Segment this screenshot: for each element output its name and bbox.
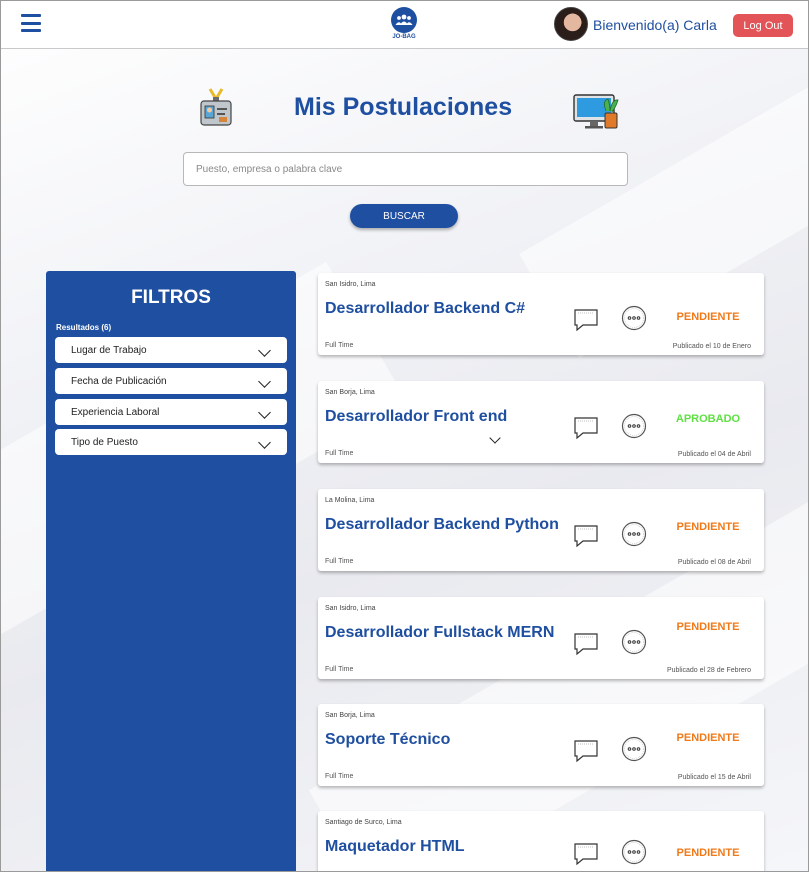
job-card[interactable]: San Isidro, Lima Desarrollador Backend C… xyxy=(318,273,764,355)
job-type: Full Time xyxy=(325,450,354,457)
job-location: Santiago de Surco, Lima xyxy=(325,819,402,826)
more-options-icon[interactable] xyxy=(621,839,647,865)
job-date: Publicado el 10 de Enero xyxy=(672,343,751,350)
avatar[interactable] xyxy=(554,7,588,41)
logo[interactable]: JO-BAG xyxy=(389,7,419,43)
chat-icon[interactable] xyxy=(573,841,599,867)
filter-label: Fecha de Publicación xyxy=(71,376,167,387)
job-type: Full Time xyxy=(325,558,354,565)
title-row: Mis Postulaciones xyxy=(1,87,808,132)
logo-text: JO-BAG xyxy=(392,34,416,40)
welcome-text: Bienvenido(a) Carla xyxy=(593,17,717,33)
filter-publish-date[interactable]: Fecha de Publicación xyxy=(55,368,287,394)
job-card[interactable]: Santiago de Surco, Lima Maquetador HTML … xyxy=(318,811,764,871)
more-options-icon[interactable] xyxy=(621,736,647,762)
chat-icon[interactable] xyxy=(573,738,599,764)
status-badge: PENDIENTE xyxy=(676,847,740,859)
job-type: Full Time xyxy=(325,773,354,780)
status-badge: PENDIENTE xyxy=(676,621,740,633)
logo-people-icon xyxy=(391,7,417,33)
filter-label: Lugar de Trabajo xyxy=(71,345,147,356)
job-type: Full Time xyxy=(325,666,354,673)
results-count: Resultados (6) xyxy=(56,323,112,332)
job-date: Publicado el 15 de Abril xyxy=(677,774,751,781)
job-date: Publicado el 28 de Febrero xyxy=(666,667,751,674)
chat-icon[interactable] xyxy=(573,631,599,657)
more-options-icon[interactable] xyxy=(621,629,647,655)
app-frame: JO-BAG Bienvenido(a) Carla Log Out Mis P… xyxy=(0,0,809,872)
filters-title: FILTROS xyxy=(131,287,211,308)
chevron-down-icon xyxy=(258,375,271,388)
status-badge: PENDIENTE xyxy=(676,311,740,323)
job-location: San Borja, Lima xyxy=(325,712,375,719)
chevron-down-icon xyxy=(258,406,271,419)
filters-panel: FILTROS Resultados (6) Lugar de Trabajo … xyxy=(46,271,296,871)
logout-button[interactable]: Log Out xyxy=(733,14,793,37)
search-input[interactable] xyxy=(183,152,628,186)
job-title[interactable]: Desarrollador Backend Python xyxy=(325,516,559,534)
more-options-icon[interactable] xyxy=(621,305,647,331)
job-card[interactable]: La Molina, Lima Desarrollador Backend Py… xyxy=(318,489,764,571)
job-title[interactable]: Desarrollador Front end xyxy=(325,408,507,426)
filter-label: Tipo de Puesto xyxy=(71,437,138,448)
job-date: Publicado el 04 de Abril xyxy=(677,451,751,458)
job-title[interactable]: Soporte Técnico xyxy=(325,731,450,749)
status-badge: PENDIENTE xyxy=(676,521,740,533)
menu-icon[interactable] xyxy=(21,14,41,32)
more-options-icon[interactable] xyxy=(621,521,647,547)
filter-label: Experiencia Laboral xyxy=(71,407,160,418)
filter-job-type[interactable]: Tipo de Puesto xyxy=(55,429,287,455)
chevron-down-icon xyxy=(258,436,271,449)
page-title: Mis Postulaciones xyxy=(294,93,513,121)
more-options-icon[interactable] xyxy=(621,413,647,439)
job-title[interactable]: Maquetador HTML xyxy=(325,838,465,856)
chat-icon[interactable] xyxy=(573,523,599,549)
chat-icon[interactable] xyxy=(573,307,599,333)
job-card[interactable]: San Borja, Lima Desarrollador Front end … xyxy=(318,381,764,463)
status-badge: APROBADO xyxy=(675,413,741,425)
job-title[interactable]: Desarrollador Fullstack MERN xyxy=(325,624,554,642)
job-location: La Molina, Lima xyxy=(325,497,375,504)
id-badge-icon xyxy=(200,88,232,126)
filter-workplace[interactable]: Lugar de Trabajo xyxy=(55,337,287,363)
job-card[interactable]: San Isidro, Lima Desarrollador Fullstack… xyxy=(318,597,764,679)
chevron-down-icon xyxy=(258,344,271,357)
job-type: Full Time xyxy=(325,342,354,349)
chevron-down-icon[interactable] xyxy=(489,432,501,444)
status-badge: PENDIENTE xyxy=(676,732,740,744)
job-card[interactable]: San Borja, Lima Soporte Técnico Full Tim… xyxy=(318,704,764,786)
job-title[interactable]: Desarrollador Backend C# xyxy=(325,300,525,318)
filter-experience[interactable]: Experiencia Laboral xyxy=(55,399,287,425)
job-location: San Isidro, Lima xyxy=(325,281,376,288)
job-date: Publicado el 08 de Abril xyxy=(677,559,751,566)
top-bar: JO-BAG Bienvenido(a) Carla Log Out xyxy=(1,1,808,49)
job-location: San Isidro, Lima xyxy=(325,605,376,612)
chat-icon[interactable] xyxy=(573,415,599,441)
monitor-plant-icon xyxy=(573,94,619,129)
job-location: San Borja, Lima xyxy=(325,389,375,396)
search-button[interactable]: BUSCAR xyxy=(350,204,458,228)
